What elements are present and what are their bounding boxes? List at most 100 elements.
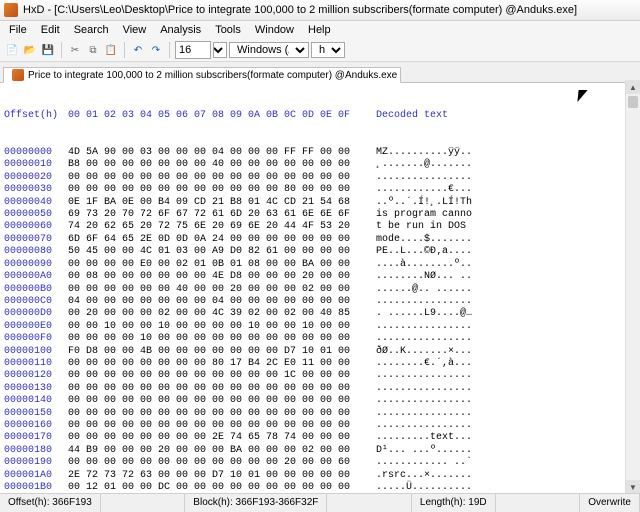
row-ascii[interactable]: ................	[376, 296, 472, 308]
row-ascii[interactable]: ................	[376, 333, 472, 345]
number-base-select[interactable]: hex	[311, 42, 345, 58]
row-ascii[interactable]: ..º..´.Í!¸.LÍ!Th	[376, 197, 472, 209]
scroll-thumb[interactable]	[628, 96, 638, 108]
scroll-up-icon[interactable]: ▲	[626, 80, 640, 94]
open-file-icon[interactable]: 📂	[22, 42, 38, 58]
hex-row[interactable]: 000000400E 1F BA 0E 00 B4 09 CD 21 B8 01…	[4, 197, 640, 209]
row-ascii[interactable]: .........text...	[376, 432, 472, 444]
row-bytes[interactable]: 00 00 00 00 00 00 00 00 00 00 00 00 00 0…	[68, 395, 370, 407]
row-bytes[interactable]: 00 00 00 00 00 00 00 00 2E 74 65 78 74 0…	[68, 432, 370, 444]
row-bytes[interactable]: 00 00 10 00 00 10 00 00 00 00 10 00 00 1…	[68, 321, 370, 333]
row-ascii[interactable]: ¸.......@.......	[376, 159, 472, 171]
bytes-per-row-dropdown[interactable]	[213, 42, 227, 58]
hex-editor-area[interactable]: Offset(h) 00 01 02 03 04 05 06 07 08 09 …	[0, 83, 640, 499]
row-ascii[interactable]: ........NØ... ..	[376, 271, 472, 283]
hex-row[interactable]: 000001A02E 72 73 72 63 00 00 00 D7 10 01…	[4, 470, 640, 482]
hex-row[interactable]: 0000008050 45 00 00 4C 01 03 00 A9 D0 82…	[4, 246, 640, 258]
row-bytes[interactable]: 44 B9 00 00 00 20 00 00 00 BA 00 00 00 0…	[68, 445, 370, 457]
row-ascii[interactable]: ................	[376, 383, 472, 395]
hex-row[interactable]: 00000010B8 00 00 00 00 00 00 00 40 00 00…	[4, 159, 640, 171]
hex-row[interactable]: 0000017000 00 00 00 00 00 00 00 2E 74 65…	[4, 432, 640, 444]
row-ascii[interactable]: ................	[376, 370, 472, 382]
row-ascii[interactable]: is program canno	[376, 209, 472, 221]
row-bytes[interactable]: 50 45 00 00 4C 01 03 00 A9 D0 82 61 00 0…	[68, 246, 370, 258]
hex-row[interactable]: 0000014000 00 00 00 00 00 00 00 00 00 00…	[4, 395, 640, 407]
row-ascii[interactable]: ................	[376, 408, 472, 420]
row-ascii[interactable]: mode....$.......	[376, 234, 472, 246]
row-ascii[interactable]: D¹... ...º......	[376, 445, 472, 457]
row-ascii[interactable]: ................	[376, 420, 472, 432]
hex-row[interactable]: 000000F000 00 00 00 10 00 00 00 00 00 00…	[4, 333, 640, 345]
row-ascii[interactable]: PE..L...©Ð‚a....	[376, 246, 472, 258]
hex-row[interactable]: 0000012000 00 00 00 00 00 00 00 00 00 00…	[4, 370, 640, 382]
row-bytes[interactable]: 69 73 20 70 72 6F 67 72 61 6D 20 63 61 6…	[68, 209, 370, 221]
hex-row[interactable]: 0000018044 B9 00 00 00 20 00 00 00 BA 00…	[4, 445, 640, 457]
menu-file[interactable]: File	[2, 21, 34, 39]
scroll-down-icon[interactable]: ▼	[626, 480, 640, 494]
hex-row[interactable]: 000000A000 08 00 00 00 00 00 00 4E D8 00…	[4, 271, 640, 283]
bytes-per-row-input[interactable]	[175, 41, 211, 59]
row-ascii[interactable]: t be run in DOS	[376, 221, 472, 233]
hex-row[interactable]: 0000019000 00 00 00 00 00 00 00 00 00 00…	[4, 457, 640, 469]
row-ascii[interactable]: . ......L9....@…	[376, 308, 472, 320]
row-bytes[interactable]: 74 20 62 65 20 72 75 6E 20 69 6E 20 44 4…	[68, 221, 370, 233]
row-bytes[interactable]: B8 00 00 00 00 00 00 00 40 00 00 00 00 0…	[68, 159, 370, 171]
hex-row[interactable]: 000000D000 20 00 00 00 02 00 00 4C 39 02…	[4, 308, 640, 320]
row-ascii[interactable]: MZ..........ÿÿ..	[376, 147, 472, 159]
row-bytes[interactable]: 4D 5A 90 00 03 00 00 00 04 00 00 00 FF F…	[68, 147, 370, 159]
row-ascii[interactable]: ....à........º..	[376, 259, 472, 271]
save-file-icon[interactable]: 💾	[40, 42, 56, 58]
paste-icon[interactable]: 📋	[103, 42, 119, 58]
hex-row[interactable]: 0000009000 00 00 00 E0 00 02 01 0B 01 08…	[4, 259, 640, 271]
menu-window[interactable]: Window	[248, 21, 301, 39]
menu-search[interactable]: Search	[67, 21, 116, 39]
hex-row[interactable]: 000000B000 00 00 00 00 00 40 00 00 20 00…	[4, 284, 640, 296]
row-bytes[interactable]: 00 00 00 00 00 00 00 00 00 00 00 00 00 0…	[68, 383, 370, 395]
hex-row[interactable]: 000000706D 6F 64 65 2E 0D 0D 0A 24 00 00…	[4, 234, 640, 246]
hex-row[interactable]: 0000006074 20 62 65 20 72 75 6E 20 69 6E…	[4, 221, 640, 233]
row-bytes[interactable]: 00 00 00 00 10 00 00 00 00 00 00 00 00 0…	[68, 333, 370, 345]
row-ascii[interactable]: ............ ..`	[376, 457, 472, 469]
menu-help[interactable]: Help	[301, 21, 338, 39]
row-bytes[interactable]: F0 D8 00 00 4B 00 00 00 00 00 00 00 D7 1…	[68, 346, 370, 358]
undo-icon[interactable]: ↶	[130, 42, 146, 58]
row-bytes[interactable]: 00 20 00 00 00 02 00 00 4C 39 02 00 02 0…	[68, 308, 370, 320]
row-bytes[interactable]: 04 00 00 00 00 00 00 00 04 00 00 00 00 0…	[68, 296, 370, 308]
hex-row[interactable]: 0000003000 00 00 00 00 00 00 00 00 00 00…	[4, 184, 640, 196]
row-bytes[interactable]: 00 00 00 00 00 00 00 00 80 17 B4 2C E0 1…	[68, 358, 370, 370]
row-bytes[interactable]: 6D 6F 64 65 2E 0D 0D 0A 24 00 00 00 00 0…	[68, 234, 370, 246]
new-file-icon[interactable]: 📄	[4, 42, 20, 58]
row-bytes[interactable]: 00 00 00 00 00 00 00 00 00 00 00 00 00 0…	[68, 420, 370, 432]
hex-row[interactable]: 0000013000 00 00 00 00 00 00 00 00 00 00…	[4, 383, 640, 395]
hex-row[interactable]: 0000015000 00 00 00 00 00 00 00 00 00 00…	[4, 408, 640, 420]
row-bytes[interactable]: 00 00 00 00 00 00 00 00 00 00 00 00 1C 0…	[68, 370, 370, 382]
hex-row[interactable]: 0000002000 00 00 00 00 00 00 00 00 00 00…	[4, 172, 640, 184]
row-bytes[interactable]: 00 00 00 00 00 00 40 00 00 20 00 00 00 0…	[68, 284, 370, 296]
copy-icon[interactable]: ⧉	[85, 42, 101, 58]
hex-row[interactable]: 00000100F0 D8 00 00 4B 00 00 00 00 00 00…	[4, 346, 640, 358]
hex-row[interactable]: 0000011000 00 00 00 00 00 00 00 80 17 B4…	[4, 358, 640, 370]
menu-edit[interactable]: Edit	[34, 21, 67, 39]
row-ascii[interactable]: .rsrc...×.......	[376, 470, 472, 482]
row-bytes[interactable]: 0E 1F BA 0E 00 B4 09 CD 21 B8 01 4C CD 2…	[68, 197, 370, 209]
row-bytes[interactable]: 00 00 00 00 00 00 00 00 00 00 00 00 00 0…	[68, 408, 370, 420]
cut-icon[interactable]: ✂	[67, 42, 83, 58]
hex-row[interactable]: 000000E000 00 10 00 00 10 00 00 00 00 10…	[4, 321, 640, 333]
hex-row[interactable]: 0000016000 00 00 00 00 00 00 00 00 00 00…	[4, 420, 640, 432]
row-bytes[interactable]: 00 08 00 00 00 00 00 00 4E D8 00 00 00 2…	[68, 271, 370, 283]
hex-row[interactable]: 000000C004 00 00 00 00 00 00 00 04 00 00…	[4, 296, 640, 308]
charset-select[interactable]: Windows (ANSI)	[229, 42, 309, 58]
row-ascii[interactable]: ........€.´,à...	[376, 358, 472, 370]
row-bytes[interactable]: 00 00 00 00 00 00 00 00 00 00 00 00 80 0…	[68, 184, 370, 196]
hex-row[interactable]: 000000004D 5A 90 00 03 00 00 00 04 00 00…	[4, 147, 640, 159]
row-ascii[interactable]: ............€...	[376, 184, 472, 196]
tab-active-document[interactable]: Price to integrate 100,000 to 2 million …	[3, 67, 401, 83]
hex-row[interactable]: 0000005069 73 20 70 72 6F 67 72 61 6D 20…	[4, 209, 640, 221]
menu-analysis[interactable]: Analysis	[153, 21, 208, 39]
row-bytes[interactable]: 00 00 00 00 00 00 00 00 00 00 00 00 20 0…	[68, 457, 370, 469]
row-ascii[interactable]: ......@.. ......	[376, 284, 472, 296]
row-bytes[interactable]: 00 00 00 00 00 00 00 00 00 00 00 00 00 0…	[68, 172, 370, 184]
row-bytes[interactable]: 00 00 00 00 E0 00 02 01 0B 01 08 00 00 B…	[68, 259, 370, 271]
row-ascii[interactable]: ................	[376, 172, 472, 184]
row-ascii[interactable]: ................	[376, 321, 472, 333]
